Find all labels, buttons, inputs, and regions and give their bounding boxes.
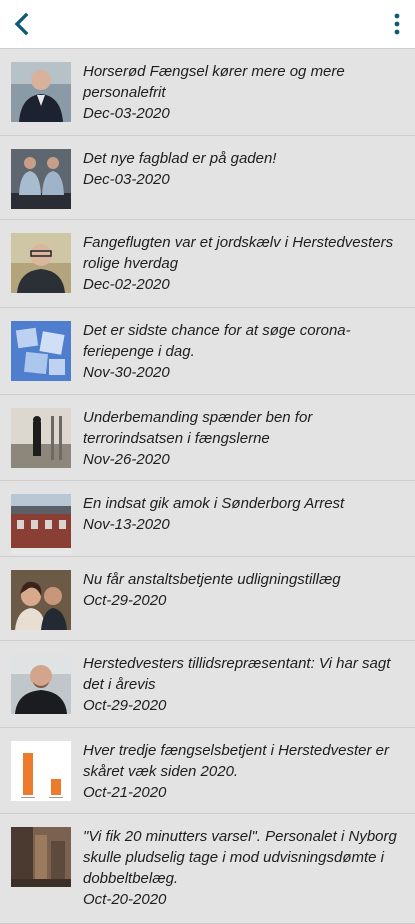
article-list: Horserød Fængsel kører mere og mere pers… [0, 49, 415, 924]
more-vertical-icon [394, 13, 400, 35]
list-item[interactable]: Nu får anstaltsbetjente udligningstillæg… [0, 557, 415, 641]
article-title: Det er sidste chance for at søge corona-… [83, 322, 351, 360]
article-thumbnail [11, 149, 71, 209]
back-button[interactable] [8, 10, 36, 38]
article-date: Dec-03-2020 [83, 105, 170, 122]
article-thumbnail [11, 321, 71, 381]
list-item[interactable]: Det nye fagblad er på gaden! Dec-03-2020 [0, 136, 415, 220]
article-title: Horserød Fængsel kører mere og mere pers… [83, 63, 345, 101]
article-thumbnail [11, 654, 71, 714]
article-date: Nov-26-2020 [83, 451, 170, 468]
article-title: Herstedvesters tillidsrepræsentant: Vi h… [83, 655, 391, 693]
list-item[interactable]: Hver tredje fængselsbetjent i Herstedves… [0, 728, 415, 814]
article-thumbnail [11, 494, 71, 554]
article-date: Oct-21-2020 [83, 784, 167, 801]
article-date: Nov-13-2020 [83, 516, 170, 533]
list-item[interactable]: Underbemanding spænder ben for terrorind… [0, 395, 415, 481]
list-item[interactable]: "Vi fik 20 minutters varsel". Personalet… [0, 814, 415, 924]
article-title: Det nye fagblad er på gaden! [83, 150, 277, 167]
article-date: Dec-02-2020 [83, 276, 170, 293]
article-title: Fangeflugten var et jordskælv i Herstedv… [83, 234, 394, 272]
app-bar [0, 0, 415, 49]
overflow-menu-button[interactable] [387, 10, 407, 38]
list-item[interactable]: En indsat gik amok i Sønderborg Arrest N… [0, 481, 415, 557]
list-item[interactable]: Herstedvesters tillidsrepræsentant: Vi h… [0, 641, 415, 728]
list-item[interactable]: Fangeflugten var et jordskælv i Herstedv… [0, 220, 415, 308]
list-item[interactable]: Det er sidste chance for at søge corona-… [0, 308, 415, 395]
article-thumbnail [11, 570, 71, 630]
article-date: Oct-29-2020 [83, 592, 167, 609]
article-thumbnail [11, 233, 71, 293]
article-title: Nu får anstaltsbetjente udligningstillæg [83, 571, 341, 588]
article-title: Hver tredje fængselsbetjent i Herstedves… [83, 742, 389, 780]
chevron-left-icon [14, 12, 29, 36]
article-thumbnail [11, 827, 71, 887]
article-thumbnail [11, 741, 71, 801]
list-item[interactable]: Horserød Fængsel kører mere og mere pers… [0, 49, 415, 136]
article-date: Oct-29-2020 [83, 697, 167, 714]
article-date: Dec-03-2020 [83, 171, 170, 188]
article-title: Underbemanding spænder ben for terrorind… [83, 409, 313, 447]
article-title: "Vi fik 20 minutters varsel". Personalet… [83, 828, 397, 887]
article-date: Nov-30-2020 [83, 364, 170, 381]
article-thumbnail [11, 408, 71, 468]
article-thumbnail [11, 62, 71, 122]
article-title: En indsat gik amok i Sønderborg Arrest [83, 495, 345, 512]
